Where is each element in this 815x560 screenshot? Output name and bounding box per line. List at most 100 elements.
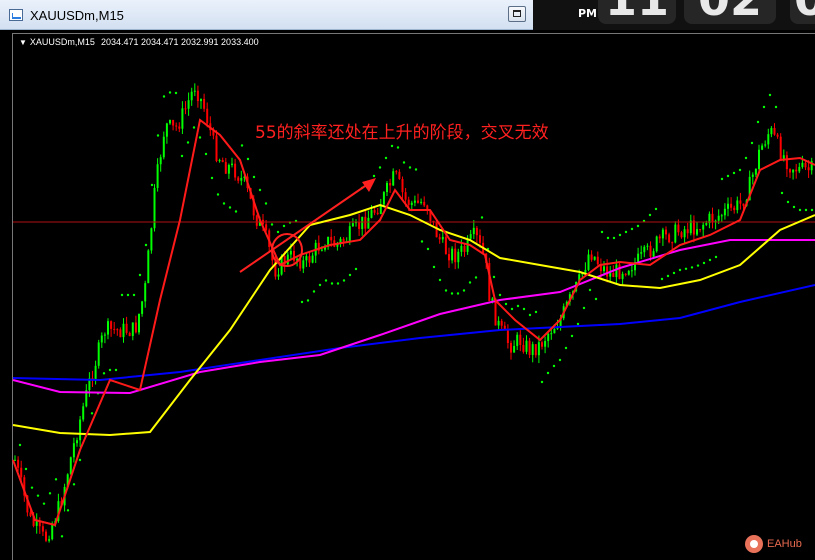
sar-dot [426, 247, 430, 251]
candle-body [457, 251, 460, 263]
candle-body [624, 273, 627, 275]
candle-body [764, 144, 767, 146]
candle-body [79, 419, 82, 441]
candle-body [110, 321, 113, 329]
candle-body [184, 108, 187, 110]
candle-body [131, 322, 134, 336]
candle-body [420, 201, 423, 203]
candle-body [221, 160, 224, 163]
candle-body [76, 440, 78, 444]
sar-dot [756, 120, 760, 124]
candle-body [692, 220, 695, 235]
candle-body [395, 171, 398, 173]
sar-dot [774, 105, 778, 109]
chart-annotation: 55的斜率还处在上升的阶段，交叉无效 [255, 123, 549, 143]
sar-dot [306, 299, 310, 302]
candle-body [138, 313, 140, 333]
candle-body [596, 256, 599, 265]
candle-body [286, 254, 289, 265]
sar-dot [168, 91, 172, 94]
sar-dot [684, 267, 688, 270]
sar-dot [552, 364, 556, 368]
sar-dot [336, 282, 340, 285]
sar-dot [24, 467, 28, 471]
sar-dot [450, 292, 454, 295]
candle-body [720, 215, 723, 217]
candle-body [795, 169, 798, 172]
candle-body [97, 342, 100, 366]
candle-body [398, 171, 401, 180]
candle-body [240, 177, 243, 181]
candle-body [475, 227, 478, 236]
sar-dot [102, 372, 106, 375]
sar-dot [732, 171, 736, 175]
sar-dot [786, 200, 790, 204]
sar-dot [510, 307, 514, 311]
sar-dot [606, 236, 610, 240]
candle-body [413, 200, 416, 203]
candle-body [404, 192, 407, 200]
arrow-head-icon [362, 178, 376, 192]
candle-body [141, 301, 144, 314]
candle-body [590, 254, 593, 260]
candle-body [125, 323, 128, 333]
sar-dot [384, 156, 388, 160]
sar-dot [408, 166, 412, 169]
candle-body [627, 270, 630, 275]
candle-body [513, 345, 516, 353]
candle-body [463, 245, 466, 252]
candle-body [407, 199, 410, 205]
candle-body [655, 236, 658, 252]
sar-dot [540, 380, 544, 384]
sar-dot [696, 264, 700, 267]
sar-dot [402, 161, 406, 164]
candle-body [723, 208, 726, 216]
candle-body [320, 249, 323, 251]
candle-body [640, 252, 643, 254]
sar-dot [216, 193, 220, 196]
sar-dot [588, 288, 592, 292]
sar-dot [174, 91, 178, 95]
candle-body [534, 344, 537, 356]
candle-body [736, 200, 739, 211]
candle-body [373, 210, 376, 213]
sar-dot [312, 290, 316, 293]
candle-body [479, 235, 481, 243]
candle-body [506, 329, 509, 343]
sar-dot [678, 268, 682, 272]
candle-body [234, 163, 237, 178]
sar-dot [234, 210, 238, 213]
sar-dot [354, 267, 358, 271]
candle-body [69, 457, 72, 475]
candle-body [255, 215, 258, 226]
candle-body [156, 164, 159, 188]
candle-body [181, 108, 184, 129]
sar-dot [624, 230, 628, 234]
sar-dot [372, 174, 376, 178]
candle-body [776, 134, 779, 137]
sar-dot [186, 141, 190, 144]
candle-body [72, 443, 75, 458]
candle-body [541, 342, 543, 347]
candle-body [696, 229, 698, 235]
sar-dot [612, 236, 616, 240]
candle-body [370, 210, 373, 218]
chart-plot [12, 83, 815, 543]
sar-dot [258, 188, 262, 192]
sar-dot [390, 144, 394, 148]
sar-dot [36, 494, 40, 497]
candle-body [224, 162, 227, 174]
sar-dot [660, 277, 664, 281]
sar-dot [348, 273, 352, 277]
candle-body [94, 365, 97, 381]
sar-dot [768, 93, 772, 97]
candle-body [525, 340, 528, 352]
ma-magenta-line [12, 239, 815, 395]
sar-dot [78, 458, 82, 462]
candle-body [351, 223, 354, 227]
candle-body [82, 406, 85, 420]
candle-body [454, 248, 457, 263]
sar-dot [654, 207, 658, 211]
candle-body [612, 273, 615, 278]
sar-dot [558, 358, 562, 362]
